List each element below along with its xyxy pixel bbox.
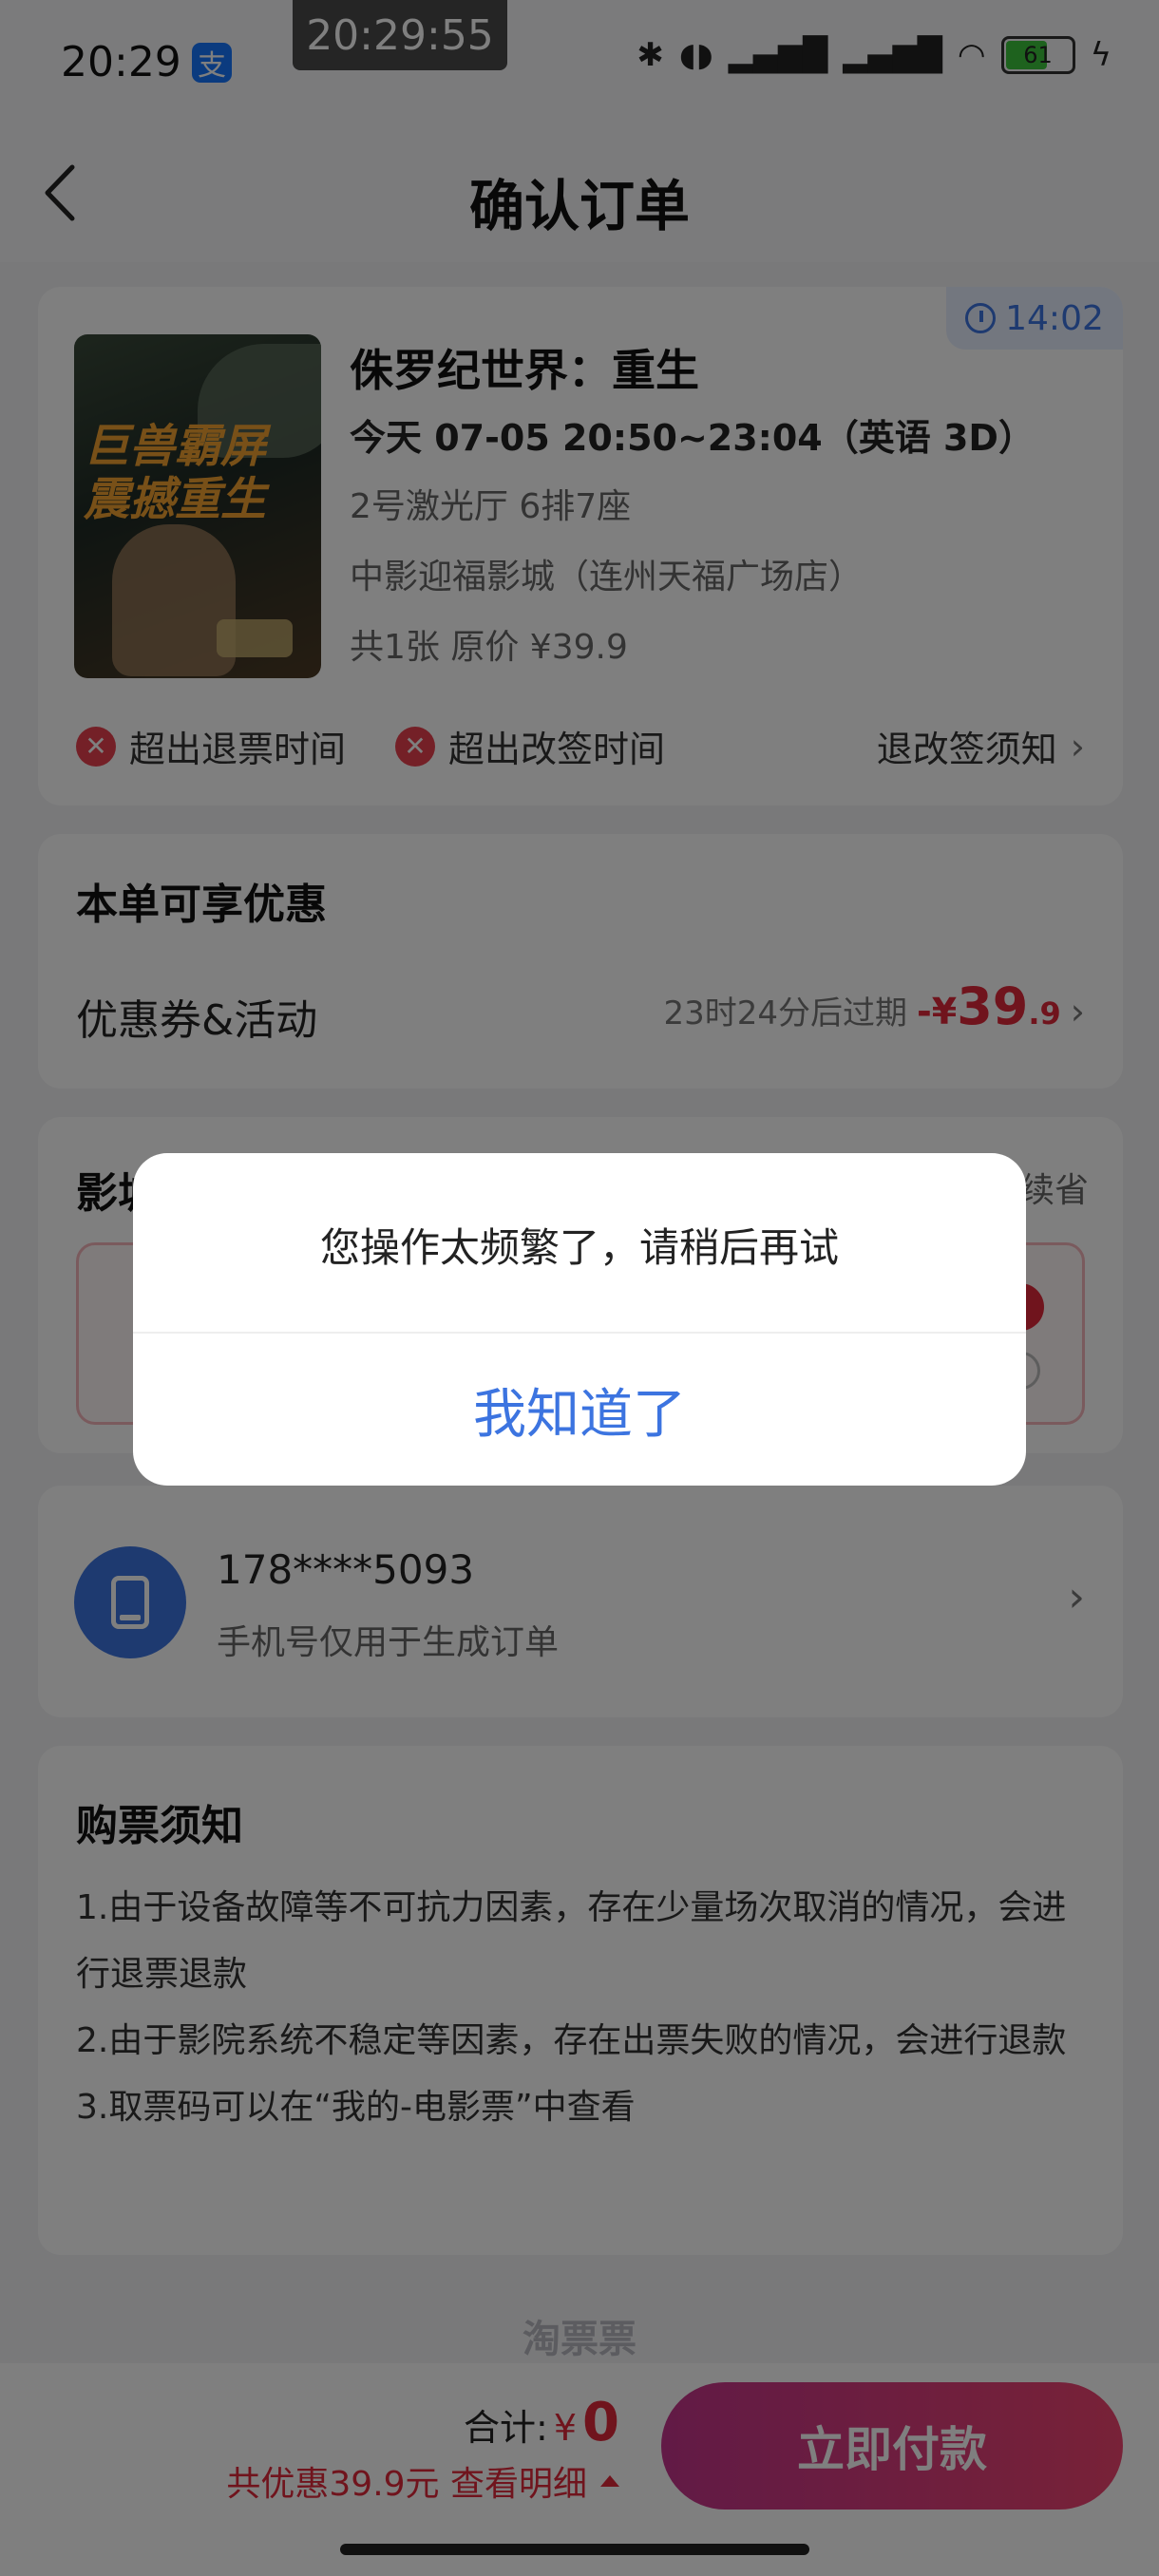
alert-dialog: 您操作太频繁了，请稍后再试 我知道了 — [133, 1153, 1026, 1486]
dialog-message: 您操作太频繁了，请稍后再试 — [319, 1224, 839, 1271]
battery-level: 61 — [1023, 42, 1053, 68]
dialog-ok-button[interactable]: 我知道了 — [133, 1334, 1026, 1486]
